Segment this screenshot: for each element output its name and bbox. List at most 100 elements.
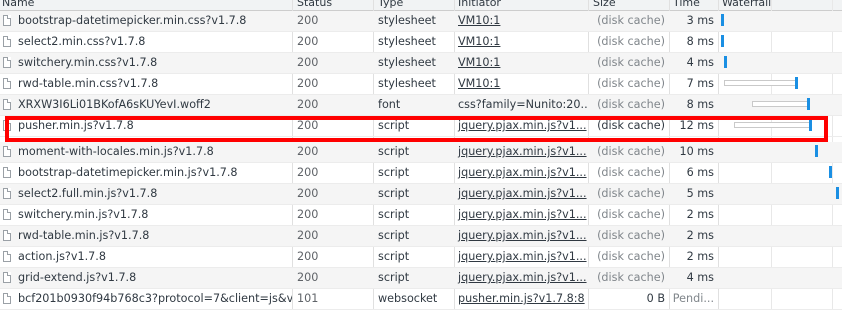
request-size: (disk cache) bbox=[597, 271, 665, 284]
table-row[interactable]: XRXW3I6Li01BKofA6sKUYevI.woff2 200 font … bbox=[0, 95, 842, 116]
request-size: (disk cache) bbox=[597, 187, 665, 200]
initiator-link[interactable]: jquery.pjax.min.js?v1... bbox=[458, 187, 587, 200]
request-type: font bbox=[378, 98, 401, 111]
request-name: rwd-table.min.js?v1.7.8 bbox=[18, 229, 150, 242]
network-request-table: Name Status Type Initiator Size Time Wat… bbox=[0, 0, 842, 310]
request-time: 2 ms bbox=[686, 250, 714, 263]
request-size: (disk cache) bbox=[597, 14, 665, 27]
request-size: (disk cache) bbox=[597, 56, 665, 69]
request-initiator: jquery.pjax.min.js?v1... bbox=[455, 247, 588, 267]
table-row[interactable]: bcf201b0930f94b768c3?protocol=7&client=j… bbox=[0, 289, 842, 310]
request-name: grid-extend.js?v1.7.8 bbox=[18, 271, 137, 284]
waterfall-cell bbox=[719, 247, 842, 267]
request-size: (disk cache) bbox=[597, 35, 665, 48]
request-status: 200 bbox=[297, 250, 319, 263]
request-size: (disk cache) bbox=[597, 77, 665, 90]
waterfall-receive-bar bbox=[721, 14, 724, 26]
request-name: bcf201b0930f94b768c3?protocol=7&client=j… bbox=[18, 292, 292, 305]
initiator-link[interactable]: jquery.pjax.min.js?v1... bbox=[458, 229, 587, 242]
column-header-status[interactable]: Status bbox=[297, 0, 332, 9]
table-row[interactable]: rwd-table.min.css?v1.7.8 200 stylesheet … bbox=[0, 74, 842, 95]
request-time: 8 ms bbox=[686, 35, 714, 48]
request-type: stylesheet bbox=[378, 77, 436, 90]
request-type: script bbox=[378, 166, 410, 179]
request-initiator: jquery.pjax.min.js?v1... bbox=[455, 163, 588, 183]
table-row[interactable]: moment-with-locales.min.js?v1.7.8 200 sc… bbox=[0, 142, 842, 163]
request-name: switchery.min.css?v1.7.8 bbox=[18, 56, 158, 69]
request-type: script bbox=[378, 187, 410, 200]
initiator-link[interactable]: pusher.min.js?v1.7.8:8 bbox=[458, 292, 585, 305]
request-time: 8 ms bbox=[686, 98, 714, 111]
table-row[interactable]: switchery.min.js?v1.7.8 200 script jquer… bbox=[0, 205, 842, 226]
column-header-size[interactable]: Size bbox=[593, 0, 616, 9]
request-initiator: jquery.pjax.min.js?v1... bbox=[455, 184, 588, 204]
request-status: 200 bbox=[297, 77, 319, 90]
request-name: switchery.min.js?v1.7.8 bbox=[18, 208, 149, 221]
table-row[interactable]: bootstrap-datetimepicker.min.js?v1.7.8 2… bbox=[0, 163, 842, 184]
request-name: XRXW3I6Li01BKofA6sKUYevI.woff2 bbox=[18, 98, 211, 111]
request-status: 200 bbox=[297, 187, 319, 200]
request-initiator: pusher.min.js?v1.7.8:8 bbox=[455, 289, 588, 309]
request-initiator: VM10:1 bbox=[455, 53, 588, 73]
request-type: stylesheet bbox=[378, 35, 436, 48]
column-header-time[interactable]: Time bbox=[673, 0, 700, 9]
column-header-initiator[interactable]: Initiator bbox=[458, 0, 501, 9]
waterfall-cell bbox=[719, 226, 842, 246]
request-status: 200 bbox=[297, 208, 319, 221]
request-type: script bbox=[378, 271, 410, 284]
request-initiator: VM10:1 bbox=[455, 32, 588, 52]
table-row[interactable]: action.js?v1.7.8 200 script jquery.pjax.… bbox=[0, 247, 842, 268]
table-row[interactable]: bootstrap-datetimepicker.min.css?v1.7.8 … bbox=[0, 11, 842, 32]
column-header-type[interactable]: Type bbox=[378, 0, 403, 9]
table-row[interactable]: select2.full.min.js?v1.7.8 200 script jq… bbox=[0, 184, 842, 205]
table-row[interactable]: rwd-table.min.js?v1.7.8 200 script jquer… bbox=[0, 226, 842, 247]
request-size: (disk cache) bbox=[597, 208, 665, 221]
request-time: 2 ms bbox=[686, 229, 714, 242]
waterfall-cell bbox=[719, 268, 842, 288]
request-type: script bbox=[378, 145, 410, 158]
waterfall-cell bbox=[719, 163, 842, 183]
waterfall-cell bbox=[719, 74, 842, 94]
initiator-link[interactable]: VM10:1 bbox=[458, 14, 500, 27]
initiator-link[interactable]: jquery.pjax.min.js?v1... bbox=[458, 271, 587, 284]
request-name: bootstrap-datetimepicker.min.js?v1.7.8 bbox=[18, 166, 238, 179]
column-header-waterfall[interactable]: Waterfall bbox=[722, 0, 771, 9]
table-row[interactable]: grid-extend.js?v1.7.8 200 script jquery.… bbox=[0, 268, 842, 289]
waterfall-receive-bar bbox=[721, 35, 724, 47]
table-row[interactable]: switchery.min.css?v1.7.8 200 stylesheet … bbox=[0, 53, 842, 74]
initiator-link[interactable]: VM10:1 bbox=[458, 35, 500, 48]
request-status: 200 bbox=[297, 166, 319, 179]
initiator-link[interactable]: VM10:1 bbox=[458, 77, 500, 90]
waterfall-waiting-bar bbox=[752, 101, 808, 107]
table-row[interactable]: select2.min.css?v1.7.8 200 stylesheet VM… bbox=[0, 32, 842, 53]
request-time: 7 ms bbox=[686, 77, 714, 90]
waterfall-cell bbox=[719, 142, 842, 162]
request-initiator: VM10:1 bbox=[455, 11, 588, 31]
initiator-link[interactable]: VM10:1 bbox=[458, 56, 500, 69]
request-initiator: jquery.pjax.min.js?v1... bbox=[455, 142, 588, 162]
waterfall-cell bbox=[719, 11, 842, 31]
request-time: 3 ms bbox=[686, 14, 714, 27]
request-status: 200 bbox=[297, 14, 319, 27]
request-time: 2 ms bbox=[686, 208, 714, 221]
waterfall-receive-bar bbox=[724, 56, 727, 68]
initiator-link[interactable]: jquery.pjax.min.js?v1... bbox=[458, 145, 587, 158]
request-initiator: jquery.pjax.min.js?v1... bbox=[455, 268, 588, 288]
request-time: 6 ms bbox=[686, 166, 714, 179]
waterfall-cell bbox=[719, 32, 842, 52]
request-name: bootstrap-datetimepicker.min.css?v1.7.8 bbox=[18, 14, 247, 27]
waterfall-cell bbox=[719, 289, 842, 309]
initiator-link[interactable]: jquery.pjax.min.js?v1... bbox=[458, 250, 587, 263]
request-status: 200 bbox=[297, 145, 319, 158]
waterfall-receive-bar bbox=[807, 98, 810, 110]
request-status: 200 bbox=[297, 229, 319, 242]
request-size: (disk cache) bbox=[597, 250, 665, 263]
initiator-text[interactable]: css?family=Nunito:20... bbox=[458, 98, 588, 111]
initiator-link[interactable]: jquery.pjax.min.js?v1... bbox=[458, 208, 587, 221]
initiator-link[interactable]: jquery.pjax.min.js?v1... bbox=[458, 166, 587, 179]
column-header-name[interactable]: Name bbox=[2, 0, 34, 9]
request-name: action.js?v1.7.8 bbox=[18, 250, 106, 263]
request-time: Pendi... bbox=[672, 292, 714, 305]
waterfall-receive-bar bbox=[836, 187, 839, 199]
request-time: 10 ms bbox=[679, 145, 714, 158]
